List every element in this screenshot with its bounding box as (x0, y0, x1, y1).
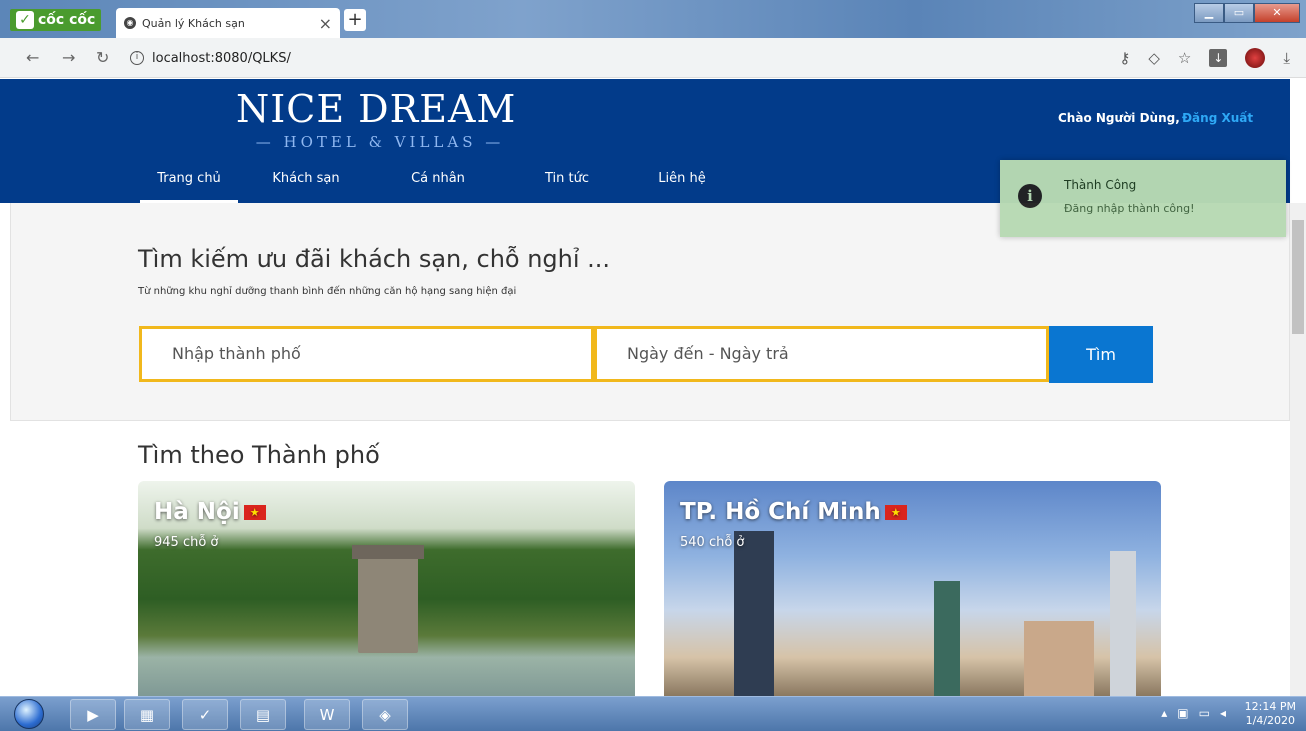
scrollbar-thumb[interactable] (1292, 220, 1304, 334)
city-input[interactable]: Nhập thành phố (139, 326, 594, 382)
screen: ✓ cốc cốc ◉ Quản lý Khách sạn × + ▁ ▭ ✕ … (0, 0, 1306, 731)
download-icon[interactable]: ↓ (1209, 49, 1228, 67)
start-button[interactable] (14, 699, 44, 729)
user-greeting: Chào Người Dùng, (1058, 111, 1180, 125)
toast-message: Đăng nhập thành công! (1064, 202, 1195, 215)
extension-avatar-icon[interactable] (1245, 48, 1266, 68)
nav-item-profile[interactable]: Cá nhân (374, 165, 502, 203)
star-icon[interactable]: ☆ (1178, 49, 1191, 67)
turtle-tower-image (352, 545, 424, 653)
city-count: 540 chỗ ở (680, 535, 745, 550)
tray-expand-icon[interactable]: ▴ (1161, 706, 1167, 720)
site-logo[interactable]: NICE DREAM (236, 87, 516, 131)
city-card-hanoi[interactable]: Hà Nội ★ 945 chỗ ở (138, 481, 635, 696)
url-field[interactable]: i localhost:8080/QLKS/ (130, 46, 291, 70)
building-image (1110, 551, 1136, 696)
vietnam-flag-icon: ★ (884, 504, 907, 520)
coccoc-taskbar-icon[interactable]: ✓ (182, 699, 228, 730)
shield-icon[interactable]: ◇ (1148, 49, 1160, 67)
url-text: localhost:8080/QLKS/ (152, 50, 291, 66)
toolbar-icons: ⚷ ◇ ☆ ↓ ⤓ (1119, 48, 1290, 68)
browser-brand[interactable]: ✓ cốc cốc (10, 9, 102, 31)
network-app-icon[interactable]: ▦ (124, 699, 170, 730)
tower-building-image (734, 531, 774, 696)
success-toast[interactable]: i Thành Công Đăng nhập thành công! (1000, 160, 1286, 237)
key-icon[interactable]: ⚷ (1119, 49, 1130, 67)
clock-time: 12:14 PM (1244, 700, 1296, 713)
nav-item-contact[interactable]: Liên hệ (632, 165, 732, 203)
browser-tab[interactable]: ◉ Quản lý Khách sạn × (116, 8, 340, 38)
back-arrow-icon[interactable]: ← (26, 48, 39, 67)
minimize-button[interactable]: ▁ (1194, 3, 1224, 23)
search-button[interactable]: Tìm (1049, 326, 1153, 383)
city-name-label: Hà Nội (154, 499, 240, 525)
nav-item-news[interactable]: Tin tức (502, 165, 632, 203)
close-tab-icon[interactable]: × (319, 14, 332, 33)
browser-titlebar: ✓ cốc cốc ◉ Quản lý Khách sạn × + ▁ ▭ ✕ (0, 0, 1306, 38)
building-image (1024, 621, 1094, 696)
maximize-button[interactable]: ▭ (1224, 3, 1254, 23)
system-tray: ▴ ▣ ▭ ◂ (1161, 706, 1226, 720)
city-card-hcm[interactable]: TP. Hồ Chí Minh ★ 540 chỗ ở (664, 481, 1161, 696)
tray-device-icon[interactable]: ▣ (1177, 706, 1188, 720)
building-image (934, 581, 960, 696)
vietnam-flag-icon: ★ (243, 504, 266, 520)
city-name-label: TP. Hồ Chí Minh (680, 499, 881, 525)
clock-date: 1/4/2020 (1245, 714, 1296, 727)
reload-icon[interactable]: ↻ (96, 48, 109, 67)
toast-title: Thành Công (1064, 178, 1137, 192)
word-icon[interactable]: W (304, 699, 350, 730)
city-count: 945 chỗ ở (154, 535, 219, 550)
hero-title: Tìm kiếm ưu đãi khách sạn, chỗ nghỉ ... (138, 245, 611, 273)
download-menu-icon[interactable]: ⤓ (1283, 49, 1290, 67)
media-player-icon[interactable]: ▶ (70, 699, 116, 730)
address-bar: ← → ↻ i localhost:8080/QLKS/ ⚷ ◇ ☆ ↓ ⤓ (0, 38, 1306, 78)
info-icon[interactable]: i (130, 51, 144, 65)
folder-icon[interactable]: ▤ (240, 699, 286, 730)
forward-arrow-icon[interactable]: → (62, 48, 75, 67)
site-logo-subtitle: — HOTEL & VILLAS — (255, 133, 505, 151)
tab-title: Quản lý Khách sạn (142, 16, 245, 30)
nav-item-home[interactable]: Trang chủ (140, 165, 238, 203)
city-name: Hà Nội ★ (154, 499, 266, 525)
info-icon: i (1018, 184, 1042, 208)
tray-volume-icon[interactable]: ◂ (1220, 706, 1226, 720)
coccoc-logo-icon: ✓ (16, 11, 34, 29)
os-taskbar: ▶ ▦ ✓ ▤ W ◈ ▴ ▣ ▭ ◂ 12:14 PM 1/4/2020 (0, 696, 1306, 731)
tray-network-icon[interactable]: ▭ (1199, 706, 1210, 720)
city-name: TP. Hồ Chí Minh ★ (680, 499, 907, 525)
nav-item-hotels[interactable]: Khách sạn (238, 165, 374, 203)
hero-subtitle: Từ những khu nghỉ dưỡng thanh bình đến n… (138, 286, 517, 297)
globe-icon: ◉ (124, 17, 136, 29)
close-window-button[interactable]: ✕ (1254, 3, 1300, 23)
city-section-title: Tìm theo Thành phố (138, 441, 380, 469)
main-nav: Trang chủ Khách sạn Cá nhân Tin tức Liên… (140, 165, 732, 203)
window-controls: ▁ ▭ ✕ (1194, 3, 1300, 23)
taskbar-clock[interactable]: 12:14 PM 1/4/2020 (1245, 700, 1296, 728)
browser-brand-label: cốc cốc (38, 12, 96, 28)
new-tab-button[interactable]: + (344, 9, 366, 31)
date-range-input[interactable]: Ngày đến - Ngày trả (594, 326, 1049, 382)
app-cube-icon[interactable]: ◈ (362, 699, 408, 730)
logout-link[interactable]: Đăng Xuất (1182, 111, 1253, 125)
